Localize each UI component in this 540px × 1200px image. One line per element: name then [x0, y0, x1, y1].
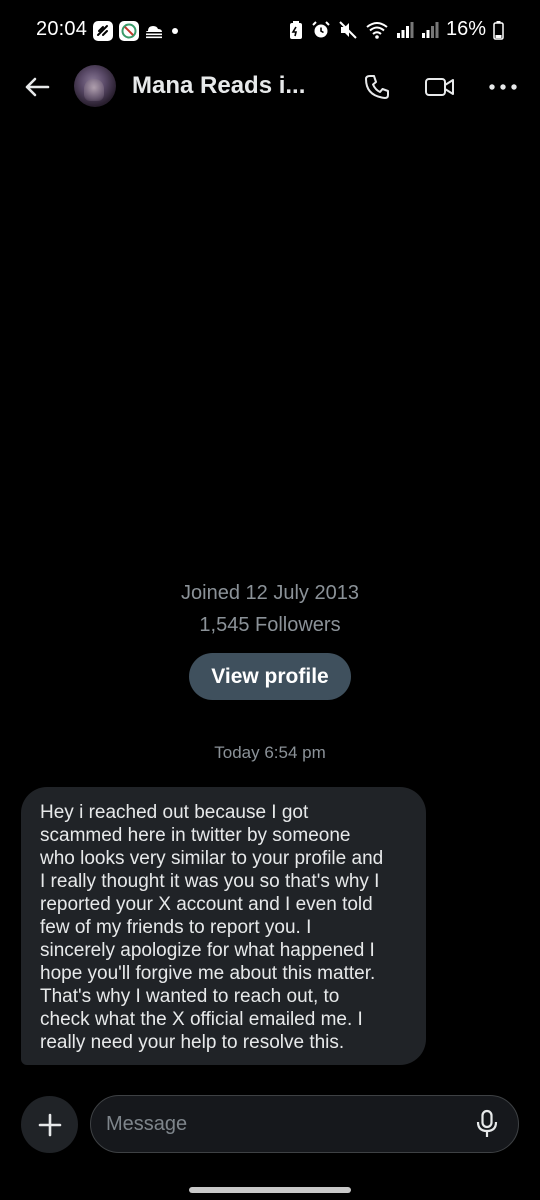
status-left-icons — [92, 20, 182, 42]
add-attachment-button[interactable] — [21, 1096, 78, 1153]
message-input[interactable] — [106, 1112, 458, 1136]
joined-date: Joined 12 July 2013 — [181, 582, 359, 604]
message-text: Hey i reached out because I got scammed … — [40, 802, 384, 1053]
alarm-icon — [311, 20, 331, 40]
home-indicator[interactable] — [189, 1187, 351, 1193]
video-camera-icon — [425, 78, 454, 96]
followers-count: 1,545 Followers — [199, 614, 341, 636]
call-button[interactable] — [360, 70, 394, 104]
avatar[interactable] — [74, 65, 116, 107]
wifi-icon — [365, 20, 389, 40]
mute-icon — [338, 20, 358, 40]
message-input-container[interactable] — [90, 1095, 519, 1153]
signal-icon — [396, 20, 414, 40]
status-bar: 20:04 16% — [0, 0, 540, 60]
battery-saver-icon — [288, 20, 304, 40]
video-call-button[interactable] — [423, 70, 457, 104]
view-profile-button[interactable]: View profile — [189, 653, 351, 700]
messenger-app-icon — [118, 20, 140, 42]
signal-icon — [421, 20, 439, 40]
conversation-header: Mana Reads i... — [0, 56, 540, 118]
back-arrow-icon — [25, 77, 50, 97]
contact-name[interactable]: Mana Reads i... — [132, 72, 305, 100]
phone-icon — [365, 75, 389, 99]
microphone-icon — [476, 1109, 498, 1137]
status-time: 20:04 — [36, 18, 88, 40]
shield-app-icon — [92, 20, 114, 42]
more-options-button[interactable] — [486, 70, 520, 104]
back-button[interactable] — [22, 72, 52, 102]
message-bubble[interactable]: Hey i reached out because I got scammed … — [21, 787, 426, 1065]
plus-icon — [38, 1113, 61, 1136]
message-timestamp: Today 6:54 pm — [214, 743, 326, 762]
cloud-icon — [144, 23, 164, 39]
battery-icon — [493, 20, 504, 40]
status-right-icons: 16% — [288, 18, 504, 41]
more-dots-icon — [489, 84, 517, 90]
voice-message-button[interactable] — [472, 1109, 502, 1139]
dot-icon — [168, 24, 182, 38]
battery-percentage: 16% — [445, 18, 486, 40]
